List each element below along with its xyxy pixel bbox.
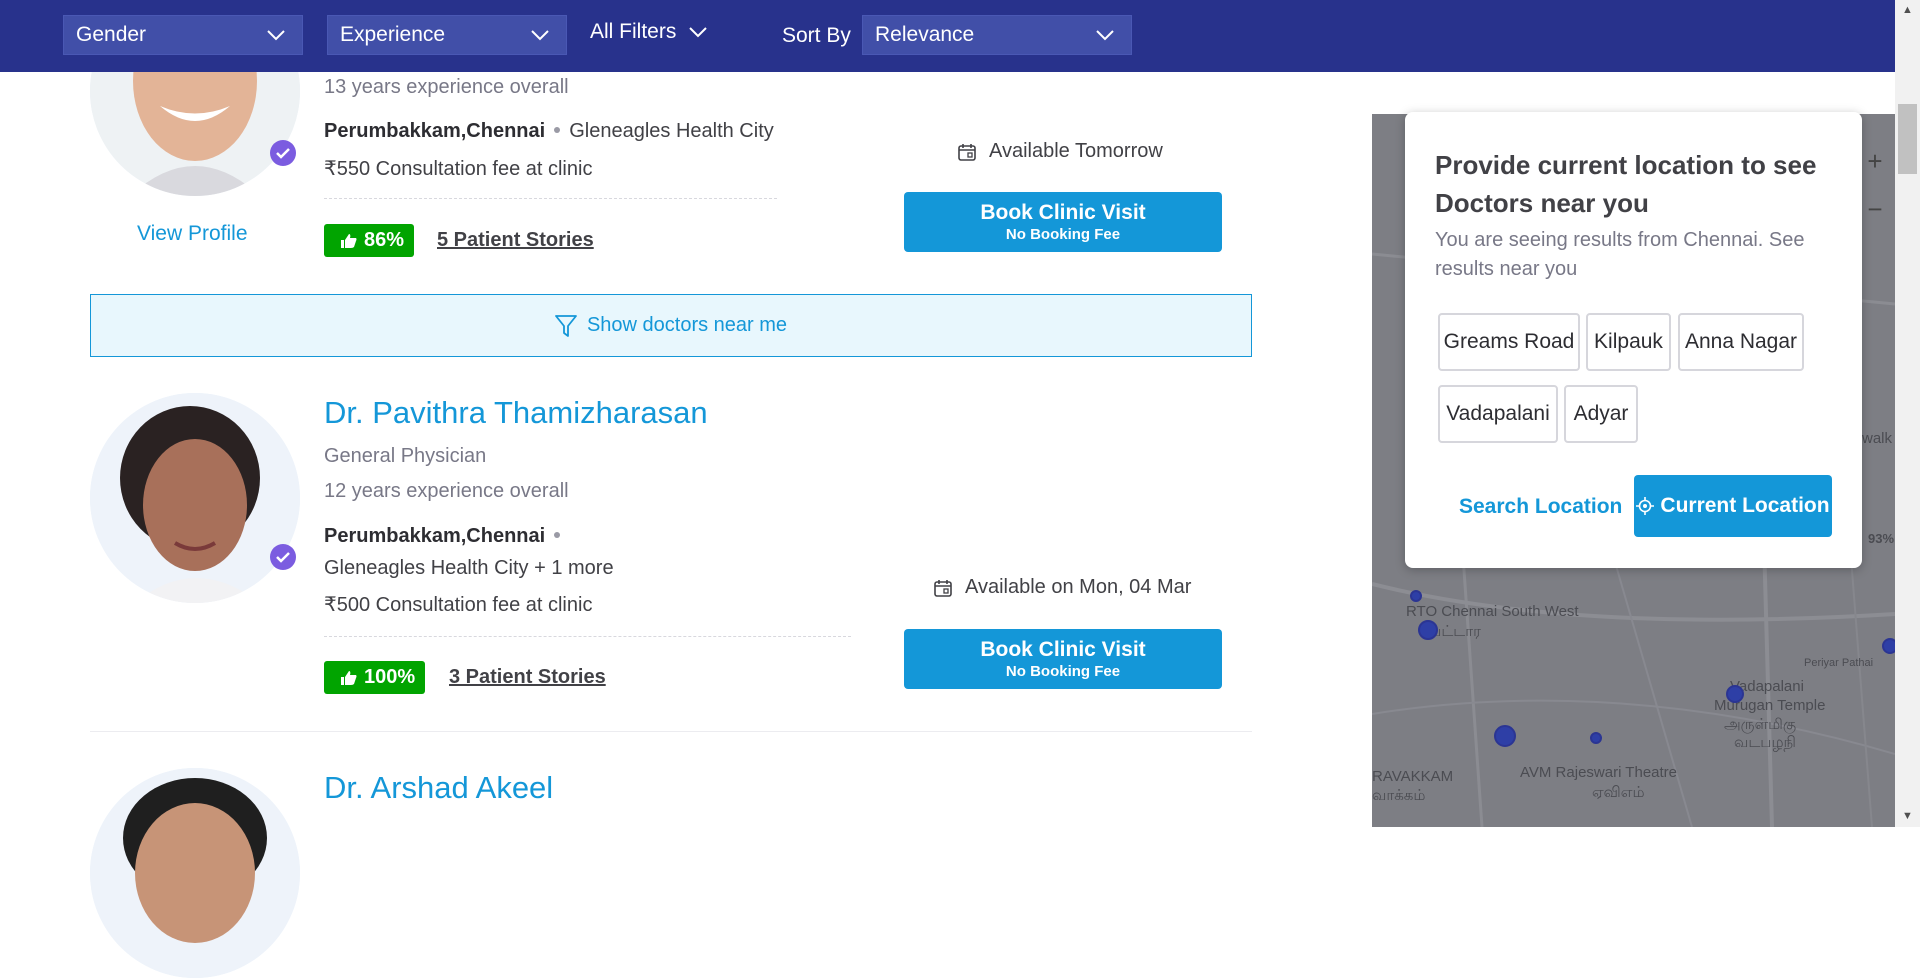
chevron-down-icon: [267, 30, 285, 41]
book-button-label: Book Clinic Visit: [980, 638, 1146, 661]
near-banner-label: Show doctors near me: [586, 314, 788, 336]
doctor-clinic[interactable]: Gleneagles Health City: [569, 120, 774, 142]
current-location-button[interactable]: Current Location: [1634, 475, 1832, 537]
map-label: வடபழநி: [1734, 734, 1796, 751]
gender-filter-dropdown[interactable]: Gender: [63, 15, 303, 55]
book-button-sublabel: No Booking Fee: [1005, 226, 1121, 243]
doctor-name-link[interactable]: Dr. Arshad Akeel: [324, 770, 553, 806]
filter-funnel-icon: [555, 314, 577, 337]
show-doctors-near-me-button[interactable]: Show doctors near me: [90, 294, 1252, 357]
popup-subtitle: You are seeing results from Chennai. See…: [1435, 229, 1805, 280]
card-separator: [90, 731, 1252, 732]
separator-dot: [554, 531, 561, 538]
map-label: வாக்கம்: [1372, 787, 1426, 804]
map-doctor-pin[interactable]: [1882, 638, 1895, 654]
doctor-photo[interactable]: [90, 393, 300, 603]
map-doctor-pin[interactable]: [1410, 590, 1422, 602]
map-label: RTO Chennai South West: [1406, 603, 1579, 620]
consultation-fee: ₹550 Consultation fee at clinic: [324, 158, 593, 180]
book-clinic-visit-button[interactable]: Book Clinic Visit No Booking Fee: [904, 192, 1222, 252]
thumbs-up-icon: [341, 670, 357, 685]
doctor-locality[interactable]: Perumbakkam,Chennai: [324, 120, 545, 142]
availability: Available Tomorrow: [957, 140, 1163, 163]
doctor-experience: 13 years experience overall: [324, 76, 569, 98]
sort-by-dropdown[interactable]: Relevance: [862, 15, 1132, 55]
map-label: ஏவிஎம்: [1592, 784, 1645, 801]
search-location-link[interactable]: Search Location: [1459, 495, 1622, 519]
all-filters-label: All Filters: [590, 20, 677, 43]
map-doctor-pin[interactable]: [1590, 732, 1602, 744]
view-profile-link[interactable]: View Profile: [137, 222, 248, 246]
doctor-clinic[interactable]: Gleneagles Health City + 1 more: [324, 557, 614, 580]
map-label: AVM Rajeswari Theatre: [1520, 764, 1678, 781]
sort-by-value: Relevance: [875, 23, 975, 46]
rating-value: 100%: [364, 666, 416, 688]
map-label: walk: [1862, 430, 1893, 447]
location-prompt-popup: Provide current location to see Doctors …: [1405, 112, 1862, 568]
separator-dot: [554, 126, 561, 133]
verified-badge-icon: [270, 544, 296, 570]
scroll-down-arrow-icon[interactable]: ▼: [1902, 810, 1913, 822]
current-location-label: Current Location: [1660, 494, 1830, 517]
chevron-down-icon: [1096, 30, 1114, 41]
experience-filter-label: Experience: [340, 23, 446, 46]
availability: Available on Mon, 04 Mar: [933, 576, 1191, 599]
patient-stories-link[interactable]: 3 Patient Stories: [449, 666, 606, 689]
zoom-out-button[interactable]: −: [1858, 192, 1892, 226]
doctor-portrait-icon: [90, 768, 300, 978]
chevron-down-icon: [689, 27, 708, 38]
scrollbar-thumb[interactable]: [1898, 104, 1917, 174]
filter-bar: Gender Experience All Filters Sort By Re…: [0, 0, 1895, 72]
divider: [324, 198, 777, 199]
calendar-icon: [934, 579, 952, 597]
location-chip-adyar[interactable]: Adyar: [1564, 385, 1638, 443]
sort-by-label: Sort By: [782, 24, 851, 47]
doctor-photo[interactable]: [90, 768, 300, 978]
location-chip-greams-road[interactable]: Greams Road: [1438, 313, 1580, 371]
thumbs-up-icon: [341, 233, 357, 248]
location-chip-kilpauk[interactable]: Kilpauk: [1586, 313, 1671, 371]
page-scrollbar[interactable]: ▲ ▼: [1895, 0, 1920, 827]
all-filters-button[interactable]: All Filters: [590, 20, 708, 44]
doctor-name-link[interactable]: Dr. Pavithra Thamizharasan: [324, 395, 708, 431]
book-button-sublabel: No Booking Fee: [1005, 663, 1121, 680]
doctor-experience: 12 years experience overall: [324, 480, 569, 502]
patient-stories-link[interactable]: 5 Patient Stories: [437, 229, 594, 252]
map-doctor-pin[interactable]: [1418, 620, 1438, 640]
book-button-label: Book Clinic Visit: [980, 201, 1146, 224]
locate-crosshair-icon: [1636, 497, 1655, 515]
map-label: 93%: [1868, 531, 1895, 546]
calendar-icon: [958, 143, 976, 161]
doctor-location: Perumbakkam,Chennai: [324, 525, 569, 548]
zoom-in-button[interactable]: +: [1858, 144, 1892, 178]
chevron-down-icon: [531, 30, 549, 41]
map-label: Periyar Pathai: [1804, 657, 1874, 669]
verified-badge-icon: [270, 140, 296, 166]
location-chip-vadapalani[interactable]: Vadapalani: [1438, 385, 1558, 443]
map-label: அருள்மிகு: [1724, 716, 1797, 733]
doctor-location: Perumbakkam,Chennai Gleneagles Health Cit…: [324, 120, 774, 143]
availability-text: Available Tomorrow: [989, 140, 1163, 162]
experience-filter-dropdown[interactable]: Experience: [327, 15, 567, 55]
doctor-specialty: General Physician: [324, 445, 487, 467]
doctor-locality[interactable]: Perumbakkam,Chennai: [324, 525, 545, 547]
map-doctor-pin[interactable]: [1494, 725, 1516, 747]
book-clinic-visit-button[interactable]: Book Clinic Visit No Booking Fee: [904, 629, 1222, 689]
location-chip-anna-nagar[interactable]: Anna Nagar: [1678, 313, 1804, 371]
rating-badge: 86%: [324, 224, 415, 257]
map-label: RAVAKKAM: [1372, 768, 1454, 785]
popup-title: Provide current location to see Doctors …: [1435, 150, 1817, 218]
gender-filter-label: Gender: [76, 23, 147, 46]
rating-badge: 100%: [324, 661, 426, 694]
consultation-fee: ₹500 Consultation fee at clinic: [324, 594, 593, 616]
availability-text: Available on Mon, 04 Mar: [965, 576, 1192, 598]
rating-value: 86%: [364, 229, 405, 251]
divider: [324, 636, 851, 637]
scroll-up-arrow-icon[interactable]: ▲: [1902, 4, 1913, 16]
map-doctor-pin[interactable]: [1726, 685, 1744, 703]
doctor-portrait-icon: [90, 393, 300, 603]
